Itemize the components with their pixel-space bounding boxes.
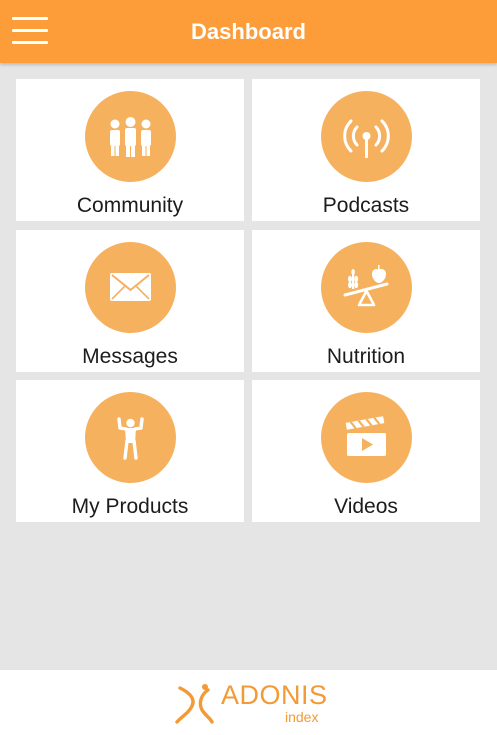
brand-sub: index	[285, 709, 319, 725]
community-icon	[85, 91, 176, 182]
brand-name: ADONIS	[221, 680, 328, 710]
tile-videos[interactable]: Videos	[252, 380, 480, 522]
page-title: Dashboard	[191, 19, 306, 44]
tile-nutrition[interactable]: Nutrition	[252, 230, 480, 372]
tile-label: Messages	[82, 345, 178, 368]
strongman-icon	[85, 392, 176, 483]
adonis-logo-icon	[175, 684, 214, 724]
tile-label: Podcasts	[322, 194, 410, 217]
tile-my-products[interactable]: My Products	[16, 380, 244, 522]
tile-label: Community	[76, 194, 184, 217]
tile-messages[interactable]: Messages	[16, 230, 244, 372]
broadcast-icon	[321, 91, 412, 182]
top-app-bar: Dashboard	[0, 0, 497, 63]
tile-label: Nutrition	[326, 345, 406, 368]
tile-community[interactable]: Community	[16, 79, 244, 221]
tile-podcasts[interactable]: Podcasts	[252, 79, 480, 221]
tile-label: Videos	[334, 495, 398, 518]
clapperboard-icon	[321, 392, 412, 483]
tile-label: My Products	[71, 495, 189, 518]
scale-balance-icon	[321, 242, 412, 333]
envelope-icon	[85, 242, 176, 333]
